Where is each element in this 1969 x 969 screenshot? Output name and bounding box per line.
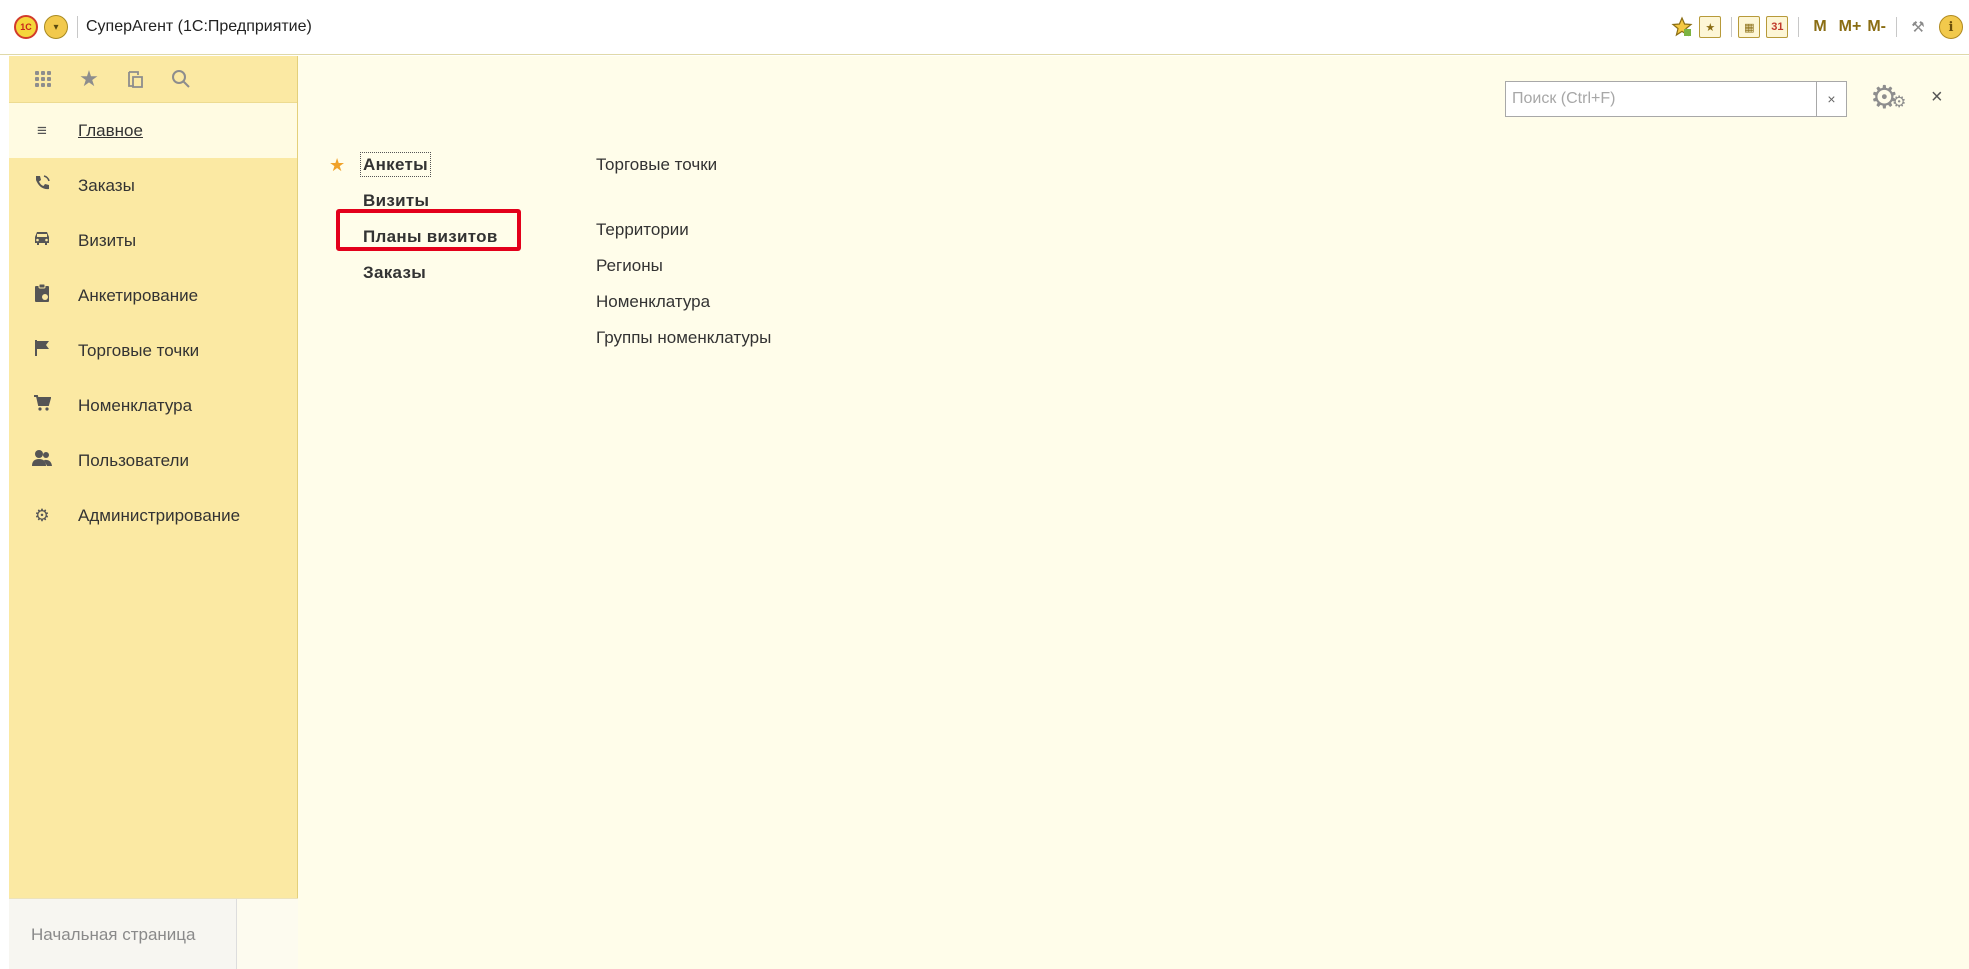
section-orders[interactable]: Заказы xyxy=(9,158,297,213)
sidebar-toolbar: ★ xyxy=(9,56,297,103)
section-label: Торговые точки xyxy=(78,340,200,360)
tools-icon[interactable]: ⚒ xyxy=(1907,14,1929,40)
flag-icon xyxy=(31,339,53,362)
app-window: 1C ▾ СуперАгент (1С:Предприятие) ★ ▦ 31 … xyxy=(0,0,1969,969)
title-bar-tools: ★ ▦ 31 M M+ M- ⚒ i xyxy=(1665,14,1963,40)
link-orders[interactable]: Заказы xyxy=(361,255,500,291)
open-windows-bar: Начальная страница xyxy=(9,898,298,969)
catalogs-column: Торговые точки Территории Регионы Номенк… xyxy=(596,147,771,356)
all-functions-icon[interactable] xyxy=(26,64,60,94)
section-list: ≡ Главное Заказы Визиты Анкетирование То… xyxy=(9,103,297,543)
star-icon: ★ xyxy=(329,155,346,175)
close-icon[interactable]: × xyxy=(1931,86,1943,109)
divider xyxy=(1731,17,1733,37)
title-bar: 1C ▾ СуперАгент (1С:Предприятие) ★ ▦ 31 … xyxy=(0,0,1969,55)
calculator-icon[interactable]: ▦ xyxy=(1738,16,1761,38)
divider xyxy=(77,16,78,38)
main-menu-icon[interactable]: ▾ xyxy=(44,15,68,39)
section-label: Анкетирование xyxy=(78,285,199,305)
favorites-icon[interactable] xyxy=(1671,14,1693,40)
clipboard-icon xyxy=(31,283,53,308)
calendar-icon[interactable]: 31 xyxy=(1766,16,1789,38)
section-visits[interactable]: Визиты xyxy=(9,213,297,268)
section-label: Администрирование xyxy=(78,505,241,525)
users-icon xyxy=(31,449,53,472)
car-icon xyxy=(31,230,53,251)
gear-icon: ⚙ xyxy=(34,505,50,525)
link-regions[interactable]: Регионы xyxy=(596,248,771,284)
section-label: Визиты xyxy=(78,230,137,250)
logo-1c-icon[interactable]: 1C xyxy=(14,15,38,39)
divider xyxy=(1798,17,1800,37)
documents-column: ★ Анкеты Визиты Планы визитов Заказы xyxy=(329,147,500,291)
section-label: Номенклатура xyxy=(78,395,193,415)
link-visits[interactable]: Визиты xyxy=(361,183,500,219)
search-icon[interactable] xyxy=(164,64,198,94)
home-page-tab[interactable]: Начальная страница xyxy=(9,899,237,969)
section-surveys[interactable]: Анкетирование xyxy=(9,268,297,323)
link-visit-plans[interactable]: Планы визитов xyxy=(361,219,500,255)
section-label: Пользователи xyxy=(78,450,189,470)
settings-gear-icon[interactable]: ⚙ ⚙ xyxy=(1870,78,1910,118)
section-outlets[interactable]: Торговые точки xyxy=(9,323,297,378)
link-questionnaires[interactable]: ★ Анкеты xyxy=(329,147,500,183)
link-outlets[interactable]: Торговые точки xyxy=(596,147,771,183)
hamburger-icon: ≡ xyxy=(37,120,47,140)
sidebar: ★ ≡ Главное Заказы Визиты Анкетирование … xyxy=(9,56,298,969)
search-box: × xyxy=(1505,81,1847,117)
section-label: Заказы xyxy=(78,175,135,195)
link-nomenclature-groups[interactable]: Группы номенклатуры xyxy=(596,320,771,356)
title-bar-left: 1C ▾ СуперАгент (1С:Предприятие) xyxy=(14,15,312,39)
section-main[interactable]: ≡ Главное xyxy=(9,103,297,158)
clear-search-icon[interactable]: × xyxy=(1817,81,1847,117)
history-icon[interactable] xyxy=(118,64,152,94)
section-label: Главное xyxy=(78,120,143,140)
cart-icon xyxy=(31,394,53,417)
section-administration[interactable]: ⚙ Администрирование xyxy=(9,488,297,543)
info-icon[interactable]: i xyxy=(1939,15,1963,39)
favorites-icon[interactable]: ★ xyxy=(72,64,106,94)
section-nomenclature[interactable]: Номенклатура xyxy=(9,378,297,433)
link-territories[interactable]: Территории xyxy=(596,212,771,248)
divider xyxy=(1896,17,1897,37)
link-nomenclature[interactable]: Номенклатура xyxy=(596,284,771,320)
history-icon[interactable]: ★ xyxy=(1699,16,1722,38)
phone-icon xyxy=(31,174,53,197)
search-input[interactable] xyxy=(1505,81,1817,117)
section-users[interactable]: Пользователи xyxy=(9,433,297,488)
memory-plus-button[interactable]: M+ xyxy=(1839,18,1862,36)
main-content: × ⚙⚙ × ★ Анкеты Визиты Планы визитов Зак… xyxy=(298,56,1969,969)
memory-minus-button[interactable]: M- xyxy=(1867,18,1886,36)
app-title: СуперАгент (1С:Предприятие) xyxy=(86,18,312,35)
memory-m-button[interactable]: M xyxy=(1813,18,1826,36)
